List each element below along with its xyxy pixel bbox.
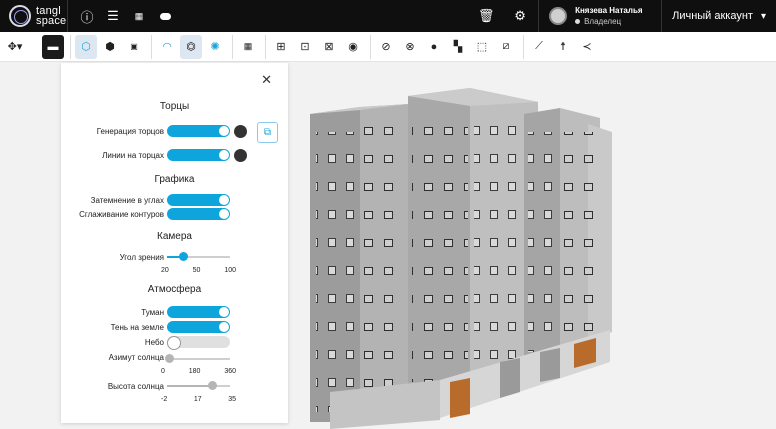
section-title-atmosphere: Атмосфера: [147, 284, 202, 295]
sun-altitude-ticks: -2 17 35: [161, 396, 236, 403]
divider: [151, 34, 152, 59]
fog-toggle[interactable]: [167, 306, 230, 318]
user-name: Князева Наталья: [575, 6, 643, 15]
slider-knob[interactable]: [178, 252, 188, 261]
fit-view-icon[interactable]: ⊞: [270, 35, 292, 59]
show-icon[interactable]: ●: [423, 35, 445, 59]
viewer-toolbar: ✥▾ ▬ ⬡ ⬢ ▣ ◠ ⏣ ✺ ▦ ⊞ ⊡ ⊠ ◉ ⊘ ⊗ ● ▚ ⬚ ⧄ ⟋…: [0, 32, 776, 62]
tick-label: -2: [161, 396, 168, 403]
isolate-icon[interactable]: ◉: [342, 35, 364, 59]
tick-label: 50: [192, 267, 201, 274]
ends-lines-label: Линии на торцах: [102, 151, 164, 160]
focus-selection-icon[interactable]: ⊡: [294, 35, 316, 59]
ends-generation-toggle[interactable]: [167, 125, 230, 137]
antialiasing-label: Сглаживание контуров: [79, 210, 164, 219]
divider: [70, 34, 71, 59]
atom-icon[interactable]: ✺: [204, 35, 226, 59]
list-icon[interactable]: ☰: [100, 0, 126, 32]
sky-label: Небо: [144, 338, 164, 347]
ends-generation-label: Генерация торцов: [96, 127, 164, 136]
hide-selected-icon[interactable]: ⧄: [495, 35, 517, 59]
divider: [523, 34, 524, 59]
close-icon[interactable]: ✕: [261, 72, 272, 88]
ends-lines-toggle[interactable]: [167, 149, 230, 161]
divider: [370, 34, 371, 59]
info-icon[interactable]: ⓘ: [74, 0, 100, 32]
divider: [538, 0, 540, 32]
ends-lines-color-swatch[interactable]: [234, 149, 247, 162]
tick-label: 20: [161, 267, 169, 274]
zoom-selection-icon[interactable]: ⊠: [318, 35, 340, 59]
fog-label: Туман: [141, 308, 164, 317]
tick-label: 360: [224, 368, 236, 375]
select-cursor-icon[interactable]: ⬚: [471, 35, 493, 59]
slider-fill: [167, 385, 213, 387]
divider: [265, 34, 266, 59]
grid-icon[interactable]: ▦: [126, 0, 152, 32]
section-title-graphics: Графика: [154, 174, 195, 185]
trash-icon[interactable]: 🗑: [470, 0, 502, 32]
ends-generation-color-swatch[interactable]: [234, 125, 247, 138]
sun-azimuth-slider[interactable]: [164, 354, 230, 363]
slider-knob[interactable]: [208, 381, 218, 390]
user-info: Князева Наталья Владелец: [575, 6, 661, 26]
fov-label: Угол зрения: [119, 253, 164, 262]
cube-solid-icon[interactable]: ⬢: [99, 35, 121, 59]
hexagon-settings-icon[interactable]: ⏣: [180, 34, 202, 59]
account-label: Личный аккаунт: [672, 10, 753, 22]
tick-label: 17: [193, 396, 202, 403]
section-title-ends: Торцы: [159, 101, 190, 112]
tick-label: 35: [228, 396, 236, 403]
slider-knob[interactable]: [164, 354, 174, 363]
ambient-occlusion-toggle[interactable]: [167, 194, 230, 206]
toggle-icon[interactable]: [152, 0, 178, 32]
section-title-camera: Камера: [157, 231, 192, 242]
settings-icon[interactable]: ⚙: [502, 0, 538, 32]
ground-shadow-label: Тень на земле: [110, 323, 164, 332]
fov-slider[interactable]: [167, 252, 230, 261]
tick-label: 0: [161, 368, 165, 375]
gauge-icon[interactable]: ◠: [156, 35, 178, 59]
tangl-logo-icon: [9, 5, 31, 27]
tick-label: 100: [224, 267, 236, 274]
show-selected-icon[interactable]: ▚: [447, 35, 469, 59]
sun-altitude-label: Высота солнца: [107, 382, 164, 391]
avatar[interactable]: [549, 7, 568, 25]
cube-outline-icon[interactable]: ⬡: [75, 34, 97, 59]
logo-text-line2: space: [36, 15, 67, 27]
sun-azimuth-label: Азимут солнца: [108, 353, 164, 362]
view-settings-panel: ✕ Торцы Генерация торцов ⧉ Линии на торц…: [61, 63, 288, 423]
ground-shadow-toggle[interactable]: [167, 321, 230, 333]
hide-others-icon[interactable]: ⊗: [399, 35, 421, 59]
ambient-occlusion-label: Затемнение в углах: [90, 196, 164, 205]
antialiasing-toggle[interactable]: [167, 208, 230, 220]
section-box-icon[interactable]: ⧉: [257, 122, 278, 143]
navigation-mode-icon[interactable]: ✥▾: [0, 35, 30, 59]
hide-icon[interactable]: ⊘: [375, 35, 397, 59]
top-bar: tangl space ⓘ ☰ ▦ 🗑 ⚙ Князева Наталья Вл…: [0, 0, 776, 32]
share-icon[interactable]: ≺: [576, 35, 598, 59]
app-logo[interactable]: tangl space: [9, 5, 67, 27]
comment-icon[interactable]: ▬: [42, 34, 64, 59]
tick-label: 180: [188, 368, 201, 375]
account-switcher[interactable]: Личный аккаунт ▾: [661, 0, 776, 32]
measure-icon[interactable]: ⟋: [528, 35, 550, 59]
user-role: Владелец: [575, 17, 661, 26]
chevron-down-icon: ▾: [760, 10, 766, 22]
walk-icon[interactable]: ☨: [552, 35, 574, 59]
section-grid-icon[interactable]: ▦: [237, 35, 259, 59]
sun-azimuth-ticks: 0 180 360: [161, 368, 236, 375]
divider: [232, 34, 233, 59]
sun-altitude-slider[interactable]: [167, 381, 230, 390]
sky-toggle[interactable]: [167, 336, 230, 350]
view-3d-icon[interactable]: ▣: [123, 35, 145, 59]
fov-ticks: 20 50 100: [161, 267, 236, 274]
divider: [67, 0, 68, 32]
